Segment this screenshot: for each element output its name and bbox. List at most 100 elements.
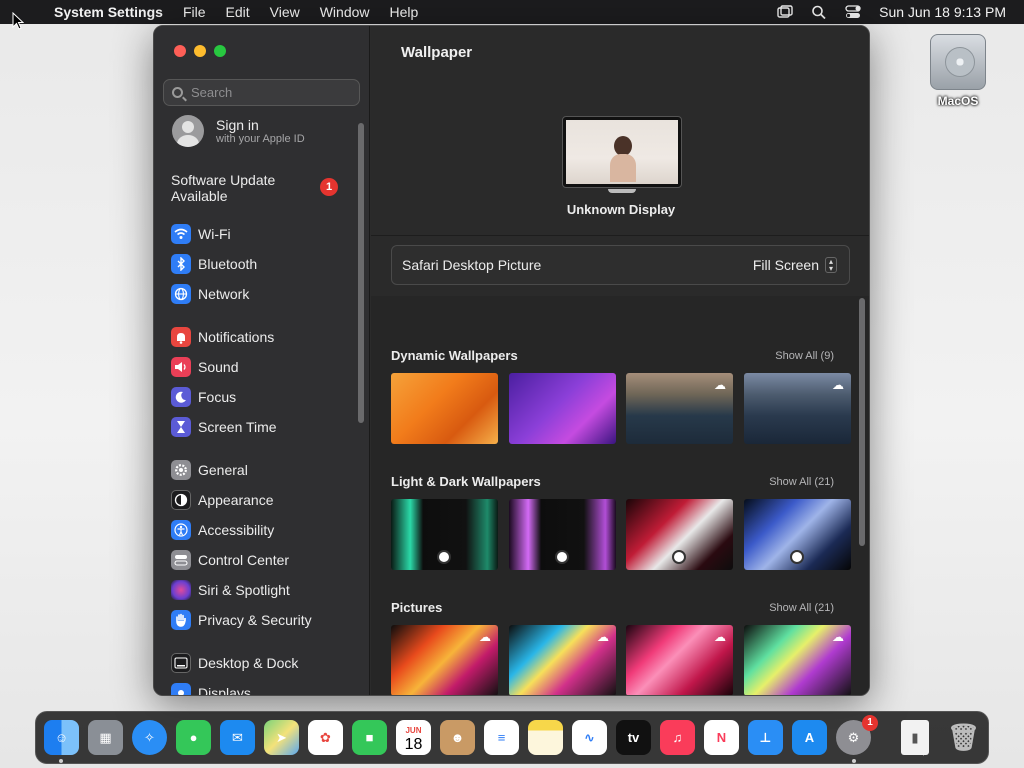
menu-file[interactable]: File <box>173 4 216 20</box>
sidebar-item-screen-time[interactable]: Screen Time <box>171 416 277 438</box>
sidebar-item-focus[interactable]: Focus <box>171 386 236 408</box>
page-title: Wallpaper <box>401 44 473 61</box>
sidebar-item-siri-spotlight[interactable]: Siri & Spotlight <box>171 579 290 601</box>
sidebar-item-network[interactable]: Network <box>171 283 249 305</box>
show-all-light-dark-button[interactable]: Show All (21) <box>769 476 834 488</box>
search-icon <box>172 87 183 98</box>
fill-mode-select[interactable]: Fill Screen ▴ ▾ <box>753 257 837 273</box>
sidebar-item-displays[interactable]: Displays <box>171 682 251 696</box>
control-center-icon[interactable] <box>845 5 861 19</box>
wallpaper-thumb[interactable] <box>626 499 733 570</box>
app-store-icon[interactable]: A <box>792 720 827 755</box>
spotlight-search-icon[interactable] <box>811 5 827 19</box>
sidebar-item-sound[interactable]: Sound <box>171 356 238 378</box>
sidebar-item-label: Notifications <box>198 329 275 345</box>
signin-subtitle: with your Apple ID <box>216 133 305 145</box>
wallpaper-thumb[interactable] <box>744 499 851 570</box>
menu-help[interactable]: Help <box>380 4 429 20</box>
wallpaper-thumb[interactable] <box>509 373 616 444</box>
sidebar-item-privacy-security[interactable]: Privacy & Security <box>171 609 312 631</box>
notes-icon[interactable] <box>528 720 563 755</box>
news-icon[interactable]: N <box>704 720 739 755</box>
sidebar-scrollbar[interactable] <box>358 123 364 423</box>
gallery-scrollbar[interactable] <box>859 298 865 546</box>
tv-icon[interactable]: tv <box>616 720 651 755</box>
wallpaper-picker-row: Safari Desktop Picture Fill Screen ▴ ▾ <box>391 245 850 285</box>
wifi-icon <box>171 224 191 244</box>
menu-view[interactable]: View <box>260 4 310 20</box>
sidebar-item-label: Privacy & Security <box>198 612 312 628</box>
sidebar-item-bluetooth[interactable]: Bluetooth <box>171 253 257 275</box>
sidebar: Search Sign in with your Apple ID Softwa… <box>154 26 370 695</box>
sidebar-item-notifications[interactable]: Notifications <box>171 326 274 348</box>
desktop-drive[interactable]: MacOS <box>925 34 991 108</box>
section-title-dynamic: Dynamic Wallpapers <box>391 348 518 363</box>
desktop-drive-label: MacOS <box>937 94 979 108</box>
wallpaper-gallery[interactable]: Dynamic Wallpapers Show All (9) ☁ ☁ Ligh… <box>371 296 869 695</box>
wallpaper-thumb[interactable]: ☁ <box>509 625 616 695</box>
wallpaper-preview-image <box>566 120 678 184</box>
zoom-button[interactable] <box>214 45 226 57</box>
reminders-icon[interactable]: ≡ <box>484 720 519 755</box>
freeform-icon[interactable]: ∿ <box>572 720 607 755</box>
display-name: Unknown Display <box>566 202 676 217</box>
mouse-cursor-icon <box>12 12 24 30</box>
photos-icon[interactable]: ✿ <box>308 720 343 755</box>
wallpaper-thumb[interactable]: ☁ <box>744 625 851 695</box>
wallpaper-thumb[interactable]: ☁ <box>744 373 851 444</box>
sidebar-item-label: Displays <box>198 685 251 696</box>
wallpaper-thumb[interactable]: ☁ <box>391 625 498 695</box>
sidebar-item-label: Appearance <box>198 492 274 508</box>
wallpaper-thumb[interactable] <box>391 499 498 570</box>
sidebar-item-label: Siri & Spotlight <box>198 582 290 598</box>
sidebar-item-label: Focus <box>198 389 237 405</box>
display-stand <box>608 189 636 193</box>
software-update-item[interactable]: Software Update Available <box>171 172 321 204</box>
contacts-icon[interactable]: ☻ <box>440 720 475 755</box>
music-icon[interactable]: ♫ <box>660 720 695 755</box>
menubar-clock[interactable]: Sun Jun 18 9:13 PM <box>879 4 1006 20</box>
keynote-icon[interactable]: ⊥ <box>748 720 783 755</box>
sidebar-item-label: Accessibility <box>198 522 275 538</box>
menu-window[interactable]: Window <box>310 4 380 20</box>
mail-icon[interactable]: ✉ <box>220 720 255 755</box>
apple-id-signin[interactable]: Sign in with your Apple ID <box>172 115 305 147</box>
sidebar-item-wifi[interactable]: Wi-Fi <box>171 223 231 245</box>
trash-icon[interactable]: 🗑 <box>946 720 981 755</box>
update-badge: 1 <box>320 178 338 196</box>
sidebar-item-label: Control Center <box>198 552 290 568</box>
archive-icon[interactable]: ▮ <box>901 720 929 755</box>
sidebar-item-label: Screen Time <box>198 419 277 435</box>
sidebar-item-desktop-dock[interactable]: Desktop & Dock <box>171 652 298 674</box>
sidebar-item-accessibility[interactable]: Accessibility <box>171 519 274 541</box>
sidebar-item-general[interactable]: General <box>171 459 248 481</box>
sidebar-item-label: Desktop & Dock <box>198 655 299 671</box>
facetime-icon[interactable]: ■ <box>352 720 387 755</box>
minimize-button[interactable] <box>194 45 206 57</box>
display-icon <box>171 683 191 695</box>
maps-icon[interactable]: ➤ <box>264 720 299 755</box>
search-placeholder: Search <box>191 85 233 100</box>
wallpaper-thumb[interactable]: ☁ <box>626 625 733 695</box>
menu-app-name[interactable]: System Settings <box>40 4 173 20</box>
running-indicator <box>59 759 63 763</box>
menu-edit[interactable]: Edit <box>216 4 260 20</box>
screen-mirroring-icon[interactable] <box>777 5 793 19</box>
accessibility-icon <box>171 520 191 540</box>
search-input[interactable]: Search <box>163 79 360 106</box>
wallpaper-thumb[interactable]: ☁ <box>626 373 733 444</box>
cloud-download-icon: ☁ <box>714 378 726 392</box>
wallpaper-thumb[interactable] <box>391 373 498 444</box>
wallpaper-thumb[interactable] <box>509 499 616 570</box>
sidebar-item-label: Wi-Fi <box>198 226 231 242</box>
finder-icon[interactable]: ☺ <box>44 720 79 755</box>
show-all-dynamic-button[interactable]: Show All (9) <box>775 350 834 362</box>
sidebar-item-appearance[interactable]: Appearance <box>171 489 274 511</box>
launchpad-icon[interactable]: ▦ <box>88 720 123 755</box>
sidebar-item-control-center[interactable]: Control Center <box>171 549 289 571</box>
messages-icon[interactable]: ● <box>176 720 211 755</box>
show-all-pictures-button[interactable]: Show All (21) <box>769 602 834 614</box>
close-button[interactable] <box>174 45 186 57</box>
calendar-icon[interactable]: JUN 18 <box>396 720 431 755</box>
safari-icon[interactable]: ✧ <box>132 720 167 755</box>
